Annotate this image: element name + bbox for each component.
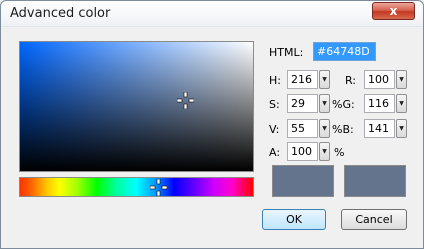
saturation-value-picker[interactable] [19, 41, 254, 172]
saturation-input[interactable]: 29 [287, 94, 318, 113]
html-label: HTML: [269, 46, 304, 59]
hue-crosshair-icon[interactable] [150, 179, 167, 196]
alpha-input[interactable]: 100 [287, 142, 318, 161]
blue-label: %B: [332, 123, 354, 136]
html-color-input[interactable]: #64748D [313, 42, 376, 61]
ok-button[interactable]: OK [262, 209, 326, 230]
blue-spin-button[interactable]: ▼ [396, 119, 407, 138]
alpha-spin-button[interactable]: ▼ [319, 142, 330, 161]
alpha-label: A: [269, 146, 281, 159]
chevron-down-icon: ▼ [399, 125, 404, 132]
advanced-color-dialog: Advanced color x HTML: #64748D H: 216 ▼ … [0, 0, 424, 249]
red-spin-button[interactable]: ▼ [396, 70, 407, 89]
crosshair-icon[interactable] [177, 92, 194, 109]
chevron-down-icon: ▼ [322, 125, 327, 132]
red-label: R: [345, 74, 357, 87]
new-color-preview [272, 165, 334, 197]
old-color-preview [344, 165, 406, 197]
green-input[interactable]: 116 [364, 94, 395, 113]
green-spin-button[interactable]: ▼ [396, 94, 407, 113]
alpha-unit: % [334, 146, 345, 159]
chevron-down-icon: ▼ [322, 148, 327, 155]
blue-input[interactable]: 141 [364, 119, 395, 138]
value-input[interactable]: 55 [287, 119, 318, 138]
window-title: Advanced color [10, 6, 111, 21]
hue-label: H: [269, 74, 281, 87]
saturation-spin-button[interactable]: ▼ [319, 94, 330, 113]
chevron-down-icon: ▼ [322, 100, 327, 107]
green-label: %G: [332, 98, 355, 111]
chevron-down-icon: ▼ [399, 76, 404, 83]
cancel-button[interactable]: Cancel [341, 209, 407, 230]
hue-input[interactable]: 216 [287, 70, 318, 89]
chevron-down-icon: ▼ [399, 100, 404, 107]
chevron-down-icon: ▼ [322, 76, 327, 83]
hue-slider[interactable] [19, 177, 254, 197]
red-input[interactable]: 100 [364, 70, 395, 89]
close-icon: x [389, 4, 398, 18]
value-spin-button[interactable]: ▼ [319, 119, 330, 138]
close-button[interactable]: x [372, 2, 415, 20]
hue-spin-button[interactable]: ▼ [319, 70, 330, 89]
saturation-label: S: [269, 98, 280, 111]
value-label: V: [269, 123, 280, 136]
title-bar[interactable]: Advanced color x [1, 1, 423, 27]
